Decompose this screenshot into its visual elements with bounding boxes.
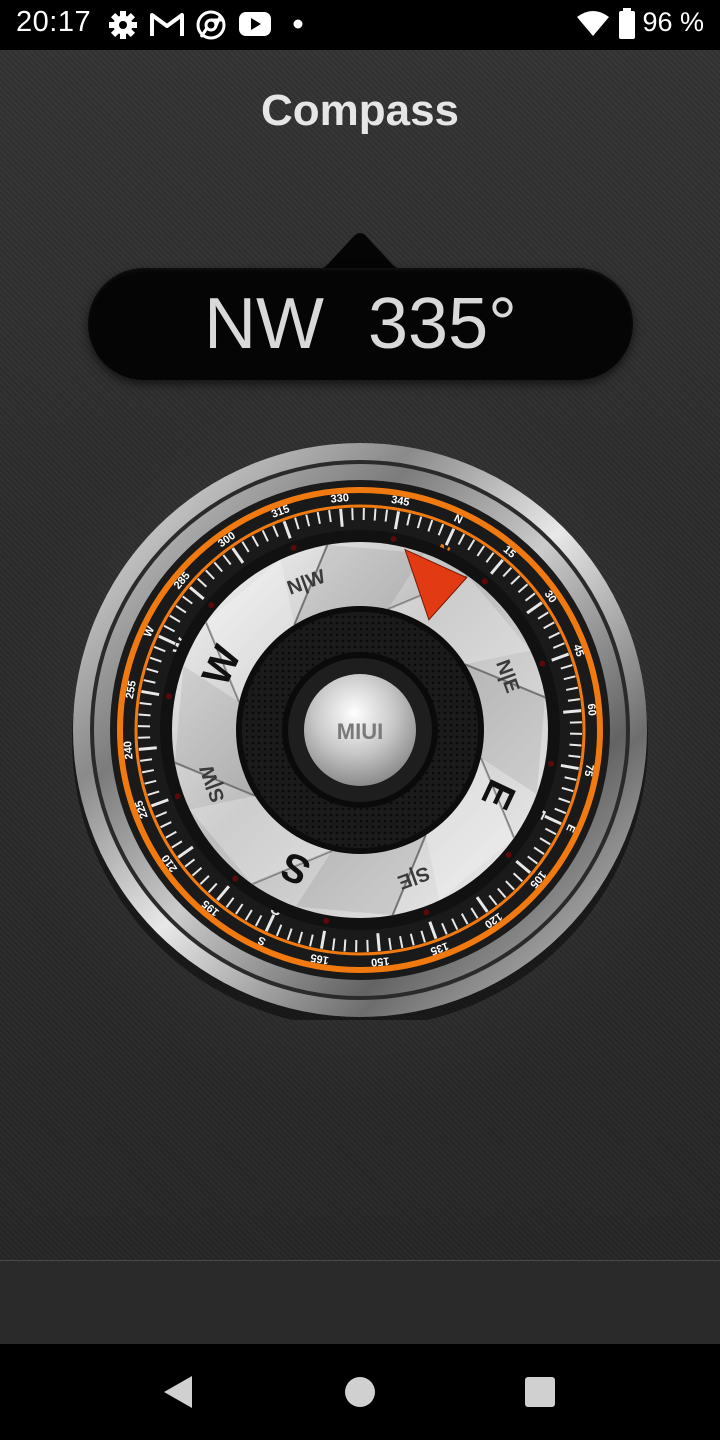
red-dot [481,578,488,585]
status-time: 20:17 [16,6,92,38]
screen: 20:17 96 % Compass NW 335° N 15 30 45 60… [0,0,720,1440]
notification-dot-icon [293,19,303,29]
compass-dial: NN1530456075EE105120135150165SS195210225… [70,440,650,1028]
red-dot [290,544,297,551]
red-dot [548,760,555,767]
page-title: Compass [260,86,460,135]
heading-readout: NW 335° [88,268,633,380]
tick-mark [343,939,347,952]
tick-mark [138,713,151,717]
back-icon[interactable] [160,1372,196,1412]
battery-icon [619,8,635,39]
red-dot [505,851,512,858]
ring-degree-label: 240 [122,741,136,760]
red-dot [208,602,215,609]
ring-degree-label: 330 [330,492,349,506]
red-dot [165,693,172,700]
compass-svg: NN1530456075EE105120135150165SS195210225… [72,443,648,1028]
youtube-icon [239,12,271,36]
tick-mark [569,743,582,747]
tick-mark [563,709,582,714]
gmail-icon [150,13,184,36]
heading-degrees: 335° [368,284,517,364]
bottom-strip [0,1260,720,1345]
settings-icon [109,11,137,39]
red-dot [390,535,397,542]
red-dot [174,793,181,800]
tick-mark [373,508,377,521]
tick-mark [376,933,381,952]
wifi-icon [577,11,609,36]
tick-mark [138,746,157,751]
red-dot [323,918,330,925]
red-dot [232,875,239,882]
ring-degree-label: 150 [371,954,390,968]
tick-mark [339,508,344,527]
center-label: MIUI [337,719,383,744]
ring-degree-label: 75 [582,763,596,777]
status-bar: 20:17 96 % [0,0,720,50]
compass-app: Compass NW 335° N 15 30 45 60 75 E 105 1… [0,50,720,1260]
chrome-icon [196,10,226,40]
ring-degree-label: 60 [585,703,598,716]
red-dot [539,660,546,667]
heading-direction: NW [204,284,325,364]
home-icon[interactable] [342,1372,378,1412]
navigation-bar [0,1344,720,1440]
battery-percentage: 96 % [642,7,704,37]
recents-icon[interactable] [522,1372,558,1412]
red-dot [423,909,430,916]
